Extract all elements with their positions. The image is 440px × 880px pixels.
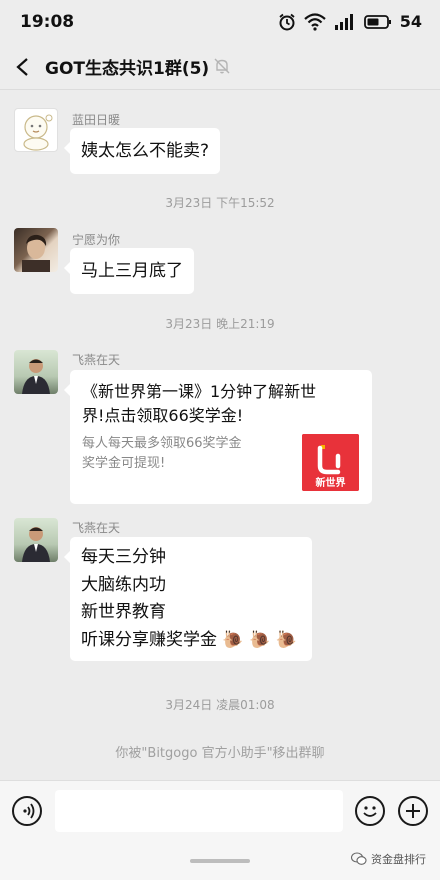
watermark: 资金盘排行 [351, 851, 426, 867]
back-button[interactable] [12, 52, 38, 82]
wechat-logo-icon [351, 852, 367, 865]
message-line: 新世界教育 [81, 602, 166, 622]
timestamp: 3月23日 晚上21:19 [165, 317, 275, 331]
more-button[interactable] [398, 796, 428, 826]
sender-name: 飞燕在天 [72, 353, 121, 367]
status-bar: 19:08 54 [0, 0, 440, 44]
message-line-with-emoji: 听课分享赚奖学金 🐌 🐌 🐌 [81, 627, 301, 655]
message-line: 每天三分钟 [81, 547, 166, 567]
card-title-line: 界!点击领取66奖学金! [82, 406, 244, 425]
input-bar: 资金盘排行 [0, 780, 440, 880]
status-icons: 54 [278, 12, 422, 31]
card-title: 《新世界第一课》1分钟了解新世 界!点击领取66奖学金! [82, 380, 360, 428]
timestamp: 3月24日 凌晨01:08 [165, 698, 275, 712]
voice-button[interactable] [12, 796, 42, 826]
card-logo-text: 新世界 [315, 478, 346, 489]
cartoon-avatar-icon [23, 114, 53, 151]
battery-icon [363, 14, 391, 29]
timestamp: 3月23日 下午15:52 [165, 196, 275, 210]
avatar[interactable] [14, 228, 58, 272]
card-logo: 新世界 [302, 434, 359, 491]
battery-level: 54 [399, 12, 422, 31]
message-bubble[interactable]: 马上三月底了 [64, 248, 194, 294]
avatar[interactable] [14, 350, 58, 394]
snail-emoji-icon: 🐌 [275, 629, 297, 650]
emoji-button[interactable] [355, 796, 385, 826]
status-time: 19:08 [20, 12, 75, 32]
message-list[interactable]: 蓝田日暖 姨太怎么不能卖? 3月23日 下午15:52 宁愿为你 马上三月底了 … [0, 90, 440, 780]
message-input[interactable] [55, 790, 343, 832]
back-arrow-icon [16, 58, 28, 76]
link-card[interactable]: 《新世界第一课》1分钟了解新世 界!点击领取66奖学金! 每人每天最多领取66奖… [64, 370, 372, 504]
snail-emoji-icon: 🐌 [222, 629, 244, 650]
message-text: 马上三月底了 [81, 261, 183, 281]
emoji-icon [363, 806, 377, 817]
person-avatar-icon [22, 359, 50, 394]
alarm-icon [279, 13, 295, 30]
avatar[interactable] [14, 518, 58, 562]
avatar[interactable] [14, 108, 58, 152]
system-notice: 你被"Bitgogo 官方小助手"移出群聊 [115, 746, 325, 761]
signal-icon [334, 13, 353, 30]
mute-bell-icon [214, 58, 230, 74]
message-bubble[interactable]: 每天三分钟 大脑练内功 新世界教育 听课分享赚奖学金 🐌 🐌 🐌 [64, 537, 312, 661]
home-indicator[interactable] [190, 859, 250, 863]
sender-name: 蓝田日暖 [72, 113, 121, 127]
plus-icon [406, 804, 420, 818]
chat-title: GOT生态共识1群(5) [45, 59, 210, 79]
portrait-avatar-icon [22, 234, 50, 272]
card-desc-line: 每人每天最多领取66奖学金 [82, 436, 242, 451]
sender-name: 飞燕在天 [72, 521, 121, 535]
watermark-text: 资金盘排行 [371, 853, 426, 866]
chat-header: GOT生态共识1群(5) [0, 44, 440, 90]
message-bubble[interactable]: 姨太怎么不能卖? [63, 128, 221, 174]
person-avatar-icon [22, 527, 50, 562]
wifi-icon [303, 12, 326, 31]
voice-icon [23, 803, 35, 819]
card-desc-line: 奖学金可提现! [82, 456, 166, 471]
message-line: 大脑练内功 [81, 574, 166, 595]
message-line: 听课分享赚奖学金 [81, 629, 217, 650]
snail-emoji-icon: 🐌 [248, 629, 271, 650]
message-text: 姨太怎么不能卖? [81, 141, 210, 161]
card-title-line: 《新世界第一课》1分钟了解新世 [82, 382, 317, 401]
card-description: 每人每天最多领取66奖学金 奖学金可提现! [82, 434, 287, 474]
sender-name: 宁愿为你 [72, 233, 121, 247]
